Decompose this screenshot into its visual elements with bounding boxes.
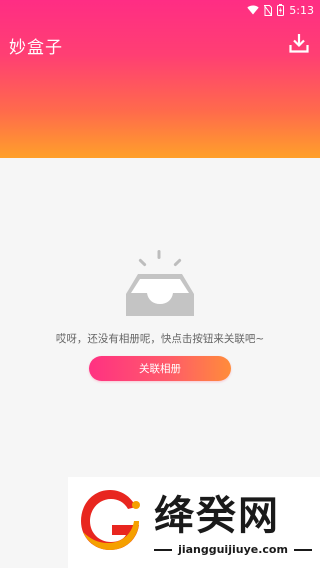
app-title: 妙盒子 — [9, 38, 63, 58]
download-icon — [289, 34, 309, 53]
watermark: 绛癸网 jiangguijiuye.com — [68, 477, 320, 568]
watermark-url: jiangguijiuye.com — [178, 543, 288, 556]
status-bar: 5:13 — [0, 0, 320, 20]
wifi-icon — [247, 5, 259, 15]
header-gradient: 5:13 妙盒子 — [0, 0, 320, 158]
watermark-url-row: jiangguijiuye.com — [154, 543, 312, 556]
link-album-button[interactable]: 关联相册 — [89, 356, 231, 381]
divider — [154, 548, 173, 551]
watermark-brand: 绛癸网 — [154, 493, 280, 539]
status-time: 5:13 — [289, 3, 314, 17]
battery-charging-icon — [277, 4, 285, 16]
empty-state-message: 哎呀，还没有相册呢，快点击按钮来关联吧~ — [55, 333, 265, 345]
watermark-logo — [76, 485, 146, 555]
download-button[interactable] — [288, 32, 310, 54]
divider — [293, 548, 312, 551]
no-sim-icon — [264, 4, 273, 16]
empty-inbox-icon — [124, 250, 196, 320]
